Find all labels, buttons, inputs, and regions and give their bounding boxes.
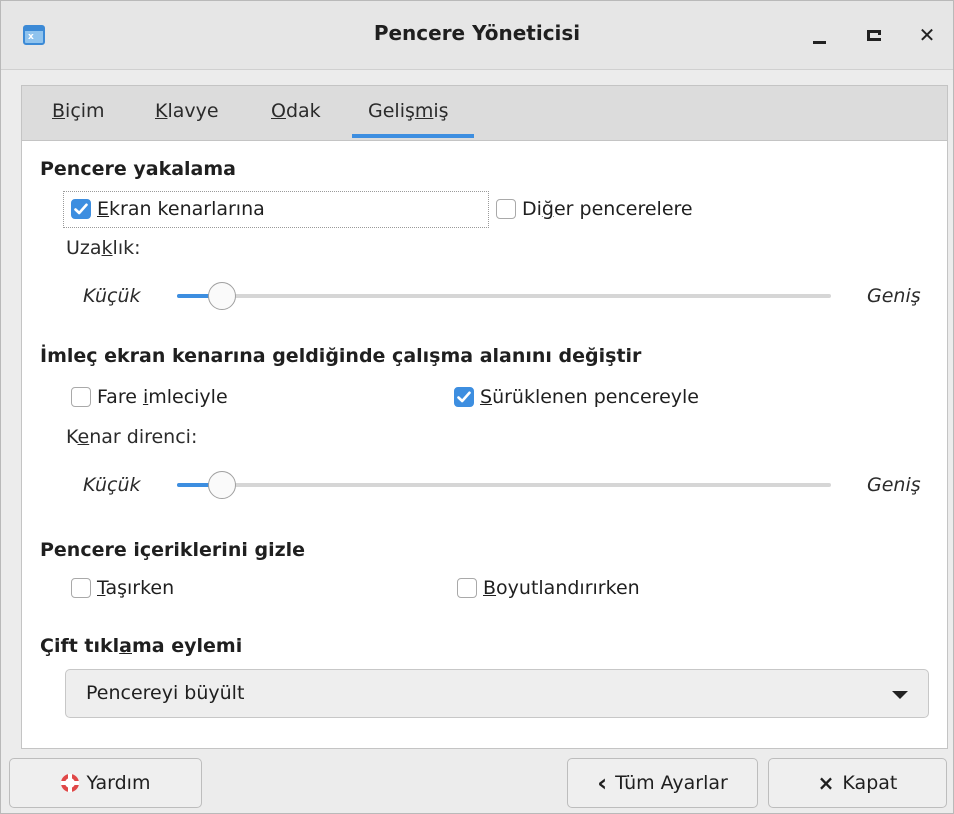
minimize-icon bbox=[812, 40, 826, 44]
checkbox-checked-icon bbox=[454, 387, 474, 407]
close-button-label: Kapat bbox=[842, 772, 898, 794]
active-tab-indicator bbox=[352, 134, 474, 138]
distance-max-label: Geniş bbox=[867, 285, 921, 307]
slider-track bbox=[177, 294, 831, 298]
snapping-section-title: Pencere yakalama bbox=[40, 158, 236, 180]
dragged-window-checkbox[interactable]: Sürüklenen pencereyle bbox=[454, 386, 699, 408]
screen-edges-checkbox[interactable]: Ekran kenarlarına bbox=[71, 198, 265, 220]
checkbox-checked-icon bbox=[71, 199, 91, 219]
double-click-action-select[interactable]: Pencereyi büyült bbox=[65, 669, 929, 718]
help-button[interactable]: Yardım bbox=[9, 758, 202, 808]
tab-keyboard[interactable]: Klavye bbox=[155, 100, 219, 122]
screen-edges-label: Ekran kenarlarına bbox=[97, 198, 265, 220]
close-icon: ✕ bbox=[918, 23, 936, 47]
minimize-button[interactable] bbox=[801, 17, 837, 53]
help-button-label: Yardım bbox=[86, 772, 151, 794]
hide-on-move-checkbox[interactable]: Taşırken bbox=[71, 577, 174, 599]
dragged-window-label: Sürüklenen pencereyle bbox=[480, 386, 699, 408]
maximize-icon bbox=[867, 29, 882, 41]
checkbox-unchecked-icon bbox=[457, 578, 477, 598]
checkbox-unchecked-icon bbox=[71, 578, 91, 598]
checkbox-unchecked-icon bbox=[496, 199, 516, 219]
edge-resistance-slider[interactable] bbox=[177, 471, 831, 499]
tab-focus[interactable]: Odak bbox=[271, 100, 321, 122]
help-lifebuoy-icon bbox=[60, 774, 79, 792]
checkbox-unchecked-icon bbox=[71, 387, 91, 407]
slider-track bbox=[177, 483, 831, 487]
close-button[interactable]: × Kapat bbox=[768, 758, 947, 808]
close-window-button[interactable]: ✕ bbox=[909, 17, 945, 53]
close-x-icon: × bbox=[817, 771, 835, 795]
tab-bar: Biçim Klavye Odak Gelişmiş bbox=[21, 85, 948, 140]
slider-handle[interactable] bbox=[208, 282, 237, 310]
all-settings-button-label: Tüm Ayarlar bbox=[615, 772, 728, 794]
all-settings-button[interactable]: ‹ Tüm Ayarlar bbox=[567, 758, 758, 808]
double-click-section-title: Çift tıklama eylemi bbox=[40, 635, 243, 657]
resistance-max-label: Geniş bbox=[867, 474, 921, 496]
hide-on-resize-label: Boyutlandırırken bbox=[483, 577, 640, 599]
chevron-left-icon: ‹ bbox=[597, 769, 608, 797]
resistance-min-label: Küçük bbox=[83, 474, 141, 496]
distance-label: Uzaklık: bbox=[66, 237, 141, 259]
dropdown-arrow-icon bbox=[892, 691, 908, 699]
other-windows-checkbox[interactable]: Diğer pencerelere bbox=[496, 198, 693, 220]
mouse-pointer-checkbox[interactable]: Fare imleciyle bbox=[71, 386, 228, 408]
hide-content-section-title: Pencere içeriklerini gizle bbox=[40, 539, 306, 561]
hide-on-resize-checkbox[interactable]: Boyutlandırırken bbox=[457, 577, 640, 599]
distance-min-label: Küçük bbox=[83, 285, 141, 307]
title-bar[interactable]: x Pencere Yöneticisi ✕ bbox=[1, 1, 953, 70]
settings-window: x Pencere Yöneticisi ✕ Biçim Klavye Odak… bbox=[0, 0, 954, 814]
edge-resistance-label: Kenar direnci: bbox=[66, 426, 198, 448]
selected-action-value: Pencereyi büyült bbox=[86, 682, 245, 704]
tab-advanced[interactable]: Gelişmiş bbox=[368, 100, 449, 122]
tab-style[interactable]: Biçim bbox=[52, 100, 105, 122]
mouse-pointer-label: Fare imleciyle bbox=[97, 386, 228, 408]
slider-handle[interactable] bbox=[208, 471, 237, 499]
snap-distance-slider[interactable] bbox=[177, 282, 831, 310]
maximize-button[interactable] bbox=[856, 17, 892, 53]
workspace-wrap-section-title: İmleç ekran kenarına geldiğinde çalışma … bbox=[40, 345, 642, 367]
hide-on-move-label: Taşırken bbox=[97, 577, 175, 599]
other-windows-label: Diğer pencerelere bbox=[522, 198, 693, 220]
